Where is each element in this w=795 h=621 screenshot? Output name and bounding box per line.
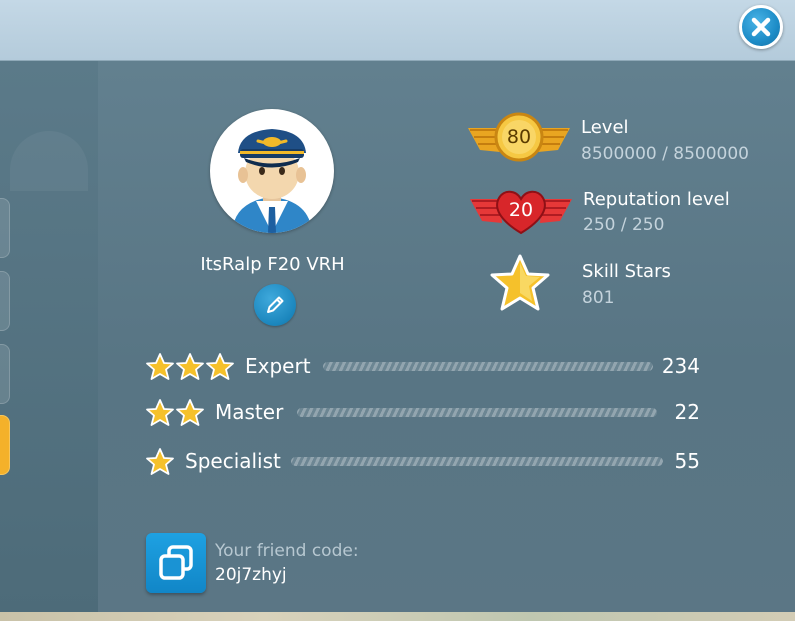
- skill-row-expert: Expert 234: [145, 350, 705, 384]
- skill-progress-bar: [323, 362, 653, 371]
- pilot-avatar-icon: [232, 129, 312, 233]
- skill-stars-value: 801: [582, 288, 615, 308]
- star-icon: [146, 448, 174, 475]
- skill-stars-badge: [488, 253, 552, 313]
- avatar: [210, 109, 334, 233]
- skill-progress-bar: [291, 457, 663, 466]
- sidebar-tab-1[interactable]: [0, 198, 10, 258]
- level-value: 8500000 / 8500000: [581, 144, 749, 164]
- skill-label: Specialist: [185, 449, 281, 473]
- level-badge: 80: [466, 112, 572, 162]
- friend-code-value[interactable]: 20j7zhyj: [215, 565, 287, 585]
- sidebar-tab-3[interactable]: [0, 344, 10, 404]
- close-icon: [751, 17, 771, 37]
- pencil-icon: [267, 296, 284, 313]
- skill-row-master: Master 22: [145, 396, 705, 430]
- level-label: Level: [581, 117, 629, 138]
- map-edge: [0, 612, 795, 621]
- skill-label: Master: [215, 400, 284, 424]
- skill-progress-bar: [297, 408, 657, 417]
- reputation-value: 250 / 250: [583, 215, 665, 235]
- skill-count: 55: [674, 449, 700, 473]
- reputation-label: Reputation level: [583, 189, 730, 210]
- skill-stars-label: Skill Stars: [582, 261, 671, 282]
- star-icon: [176, 353, 204, 380]
- star-icon: [146, 353, 174, 380]
- one-star: [145, 447, 175, 477]
- star-icon: [206, 353, 234, 380]
- copy-icon: [159, 545, 193, 580]
- close-button[interactable]: [739, 5, 783, 49]
- skill-label: Expert: [245, 354, 311, 378]
- level-number: 80: [506, 126, 532, 148]
- skill-count: 234: [661, 354, 700, 378]
- reputation-number: 20: [508, 199, 534, 221]
- star-icon: [490, 254, 550, 311]
- top-bar: [0, 0, 795, 61]
- star-icon: [176, 399, 204, 426]
- star-icon: [146, 399, 174, 426]
- sidebar-decoration: [10, 131, 88, 191]
- sidebar: [0, 61, 98, 612]
- sidebar-tab-2[interactable]: [0, 271, 10, 331]
- copy-friend-code-button[interactable]: [146, 533, 206, 593]
- skill-row-specialist: Specialist 55: [145, 445, 705, 479]
- player-name: ItsRalp F20 VRH: [200, 254, 345, 275]
- skill-count: 22: [674, 400, 700, 424]
- two-stars: [145, 398, 205, 428]
- sidebar-tab-profile[interactable]: [0, 415, 10, 475]
- friend-code-label: Your friend code:: [215, 541, 359, 561]
- edit-name-button[interactable]: [254, 284, 296, 326]
- three-stars: [145, 352, 235, 382]
- reputation-badge: 20: [468, 185, 574, 235]
